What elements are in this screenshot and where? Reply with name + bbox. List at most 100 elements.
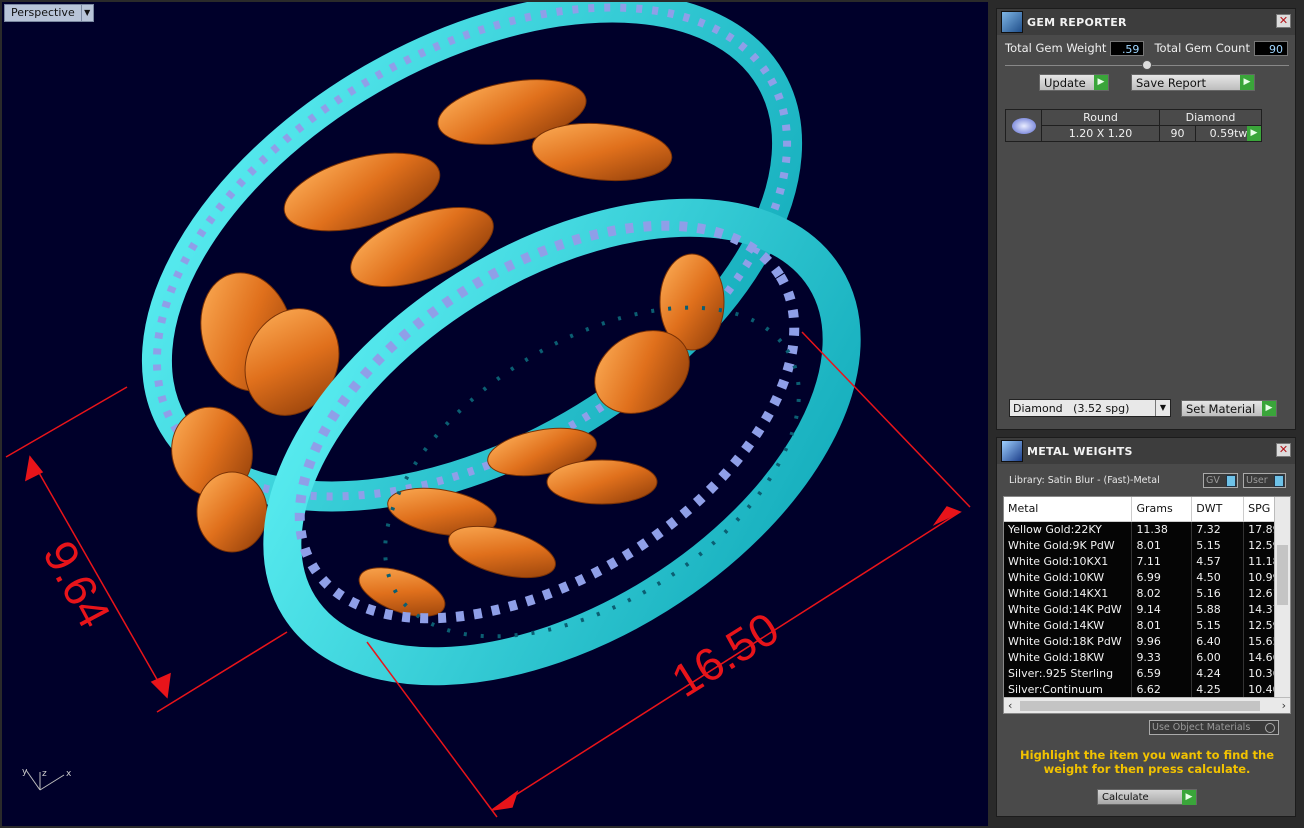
- table-row[interactable]: White Gold:18K PdW 9.96 6.40 15.65: [1004, 633, 1290, 649]
- grams-cell: 8.02: [1131, 585, 1193, 601]
- metal-weights-title: METAL WEIGHTS: [1027, 444, 1133, 458]
- viewport-tab[interactable]: Perspective ▼: [4, 4, 94, 22]
- column-header-dwt[interactable]: DWT: [1191, 497, 1245, 522]
- total-gem-weight-value: .59: [1110, 40, 1145, 56]
- dwt-cell: 5.15: [1191, 537, 1245, 553]
- save-report-button[interactable]: Save Report ▶: [1131, 74, 1255, 91]
- total-gem-count-label: Total Gem Count: [1154, 41, 1250, 55]
- total-gem-count-value: 90: [1253, 40, 1288, 56]
- dwt-cell: 4.57: [1191, 553, 1245, 569]
- vertical-scrollbar[interactable]: [1274, 497, 1290, 697]
- grams-cell: 9.14: [1131, 601, 1193, 617]
- grams-cell: 7.11: [1131, 553, 1193, 569]
- total-gem-weight-label: Total Gem Weight: [1005, 41, 1107, 55]
- viewport-tab-dropdown-icon[interactable]: ▼: [81, 4, 94, 22]
- horizontal-scrollbar[interactable]: ‹ ›: [1004, 697, 1290, 713]
- scrollbar-thumb[interactable]: [1277, 545, 1288, 605]
- axis-label-z: z: [42, 769, 47, 779]
- gem-row-play-icon[interactable]: ▶: [1247, 126, 1261, 141]
- user-toggle[interactable]: User: [1243, 473, 1286, 488]
- set-material-button[interactable]: Set Material ▶: [1181, 400, 1277, 417]
- close-icon[interactable]: ✕: [1276, 443, 1291, 457]
- dwt-cell: 4.24: [1191, 665, 1245, 681]
- metal-name-cell: White Gold:9K PdW: [1004, 537, 1133, 553]
- dwt-cell: 5.88: [1191, 601, 1245, 617]
- grams-cell: 8.01: [1131, 537, 1193, 553]
- metal-name-cell: White Gold:10KW: [1004, 569, 1133, 585]
- table-row[interactable]: White Gold:14KW 8.01 5.15 12.59: [1004, 617, 1290, 633]
- metal-name-cell: White Gold:18K PdW: [1004, 633, 1133, 649]
- dwt-cell: 4.50: [1191, 569, 1245, 585]
- gem-reporter-titlebar[interactable]: GEM REPORTER ✕: [997, 9, 1295, 35]
- axis-label-x: x: [66, 769, 72, 779]
- table-row[interactable]: White Gold:18KW 9.33 6.00 14.66: [1004, 649, 1290, 665]
- dwt-cell: 6.00: [1191, 649, 1245, 665]
- gem-row[interactable]: 1.20 X 1.20 90 0.59tw: [1006, 125, 1262, 142]
- ring-model[interactable]: [2, 2, 990, 828]
- gem-table: Round Diamond 1.20 X 1.20 90 0.59tw: [1005, 109, 1262, 142]
- round-gem-icon: [1005, 109, 1042, 142]
- table-row[interactable]: White Gold:9K PdW 8.01 5.15 12.59: [1004, 537, 1290, 553]
- calculate-hint: Highlight the item you want to find the …: [1020, 748, 1274, 776]
- viewport-tab-label[interactable]: Perspective: [4, 4, 82, 22]
- scrollbar-thumb[interactable]: [1020, 701, 1260, 711]
- use-object-materials-toggle[interactable]: Use Object Materials: [1149, 720, 1279, 735]
- slider-handle-icon[interactable]: [1142, 60, 1152, 70]
- dwt-cell: 6.40: [1191, 633, 1245, 649]
- grams-cell: 8.01: [1131, 617, 1193, 633]
- metal-name-cell: White Gold:14K PdW: [1004, 601, 1133, 617]
- grams-cell: 11.38: [1131, 521, 1193, 537]
- table-row[interactable]: Yellow Gold:22KY 11.38 7.32 17.89: [1004, 521, 1290, 537]
- perspective-viewport[interactable]: Perspective ▼ 9.64 16.50 y z x: [0, 0, 990, 828]
- grams-cell: 6.59: [1131, 665, 1193, 681]
- metal-name-cell: White Gold:14KW: [1004, 617, 1133, 633]
- metal-weights-window: METAL WEIGHTS ✕ Library: Satin Blur - (F…: [996, 437, 1296, 817]
- metal-weights-logo-icon: [1001, 440, 1023, 462]
- table-row[interactable]: White Gold:14KX1 8.02 5.16 12.61: [1004, 585, 1290, 601]
- metal-weights-table[interactable]: Metal Grams DWT SPG Yellow Gold:22KY 11.3…: [1003, 496, 1291, 714]
- gem-count: 90: [1159, 125, 1196, 142]
- axis-label-y: y: [22, 767, 28, 777]
- dwt-cell: 5.16: [1191, 585, 1245, 601]
- table-row[interactable]: Silver:.925 Sterling 6.59 4.24 10.36: [1004, 665, 1290, 681]
- table-row[interactable]: White Gold:14K PdW 9.14 5.88 14.37: [1004, 601, 1290, 617]
- library-label: Library: Satin Blur - (Fast)-Metal: [1009, 475, 1160, 486]
- grams-cell: 9.33: [1131, 649, 1193, 665]
- play-icon: ▶: [1262, 401, 1276, 416]
- scroll-right-icon[interactable]: ›: [1282, 698, 1286, 713]
- metal-name-cell: White Gold:10KX1: [1004, 553, 1133, 569]
- metal-name-cell: Yellow Gold:22KY: [1004, 521, 1133, 537]
- right-panel: GEM REPORTER ✕ Total Gem Weight .59 Tota…: [990, 0, 1304, 828]
- scroll-left-icon[interactable]: ‹: [1008, 698, 1012, 713]
- gem-shape: Round: [1041, 109, 1160, 126]
- grams-cell: 6.99: [1131, 569, 1193, 585]
- gem-material: Diamond: [1159, 109, 1262, 126]
- gv-toggle[interactable]: GV: [1203, 473, 1238, 488]
- gem-reporter-title: GEM REPORTER: [1027, 15, 1127, 29]
- dwt-cell: 5.15: [1191, 617, 1245, 633]
- update-button[interactable]: Update ▶: [1039, 74, 1109, 91]
- chevron-down-icon: ▼: [1155, 400, 1170, 416]
- table-row[interactable]: Silver:Continuum 6.62 4.25 10.40: [1004, 681, 1290, 697]
- table-row[interactable]: White Gold:10KW 6.99 4.50 10.99: [1004, 569, 1290, 585]
- gem-reporter-window: GEM REPORTER ✕ Total Gem Weight .59 Tota…: [996, 8, 1296, 430]
- gem-size: 1.20 X 1.20: [1041, 125, 1160, 142]
- column-header-grams[interactable]: Grams: [1131, 497, 1193, 522]
- dwt-cell: 7.32: [1191, 521, 1245, 537]
- metal-name-cell: White Gold:14KX1: [1004, 585, 1133, 601]
- play-icon: ▶: [1240, 75, 1254, 90]
- gem-reporter-logo-icon: [1001, 11, 1023, 33]
- column-header-metal[interactable]: Metal: [1004, 497, 1133, 522]
- dwt-cell: 4.25: [1191, 681, 1245, 697]
- metal-weights-titlebar[interactable]: METAL WEIGHTS ✕: [997, 438, 1295, 464]
- metal-name-cell: White Gold:18KW: [1004, 649, 1133, 665]
- radio-icon: [1265, 722, 1275, 733]
- metal-name-cell: Silver:.925 Sterling: [1004, 665, 1133, 681]
- material-select[interactable]: Diamond (3.52 spg) ▼: [1009, 399, 1171, 417]
- close-icon[interactable]: ✕: [1276, 14, 1291, 28]
- calculate-button[interactable]: Calculate ▶: [1097, 789, 1197, 805]
- table-row[interactable]: White Gold:10KX1 7.11 4.57 11.18: [1004, 553, 1290, 569]
- grams-cell: 9.96: [1131, 633, 1193, 649]
- toggle-indicator-icon: [1226, 474, 1236, 487]
- grams-cell: 6.62: [1131, 681, 1193, 697]
